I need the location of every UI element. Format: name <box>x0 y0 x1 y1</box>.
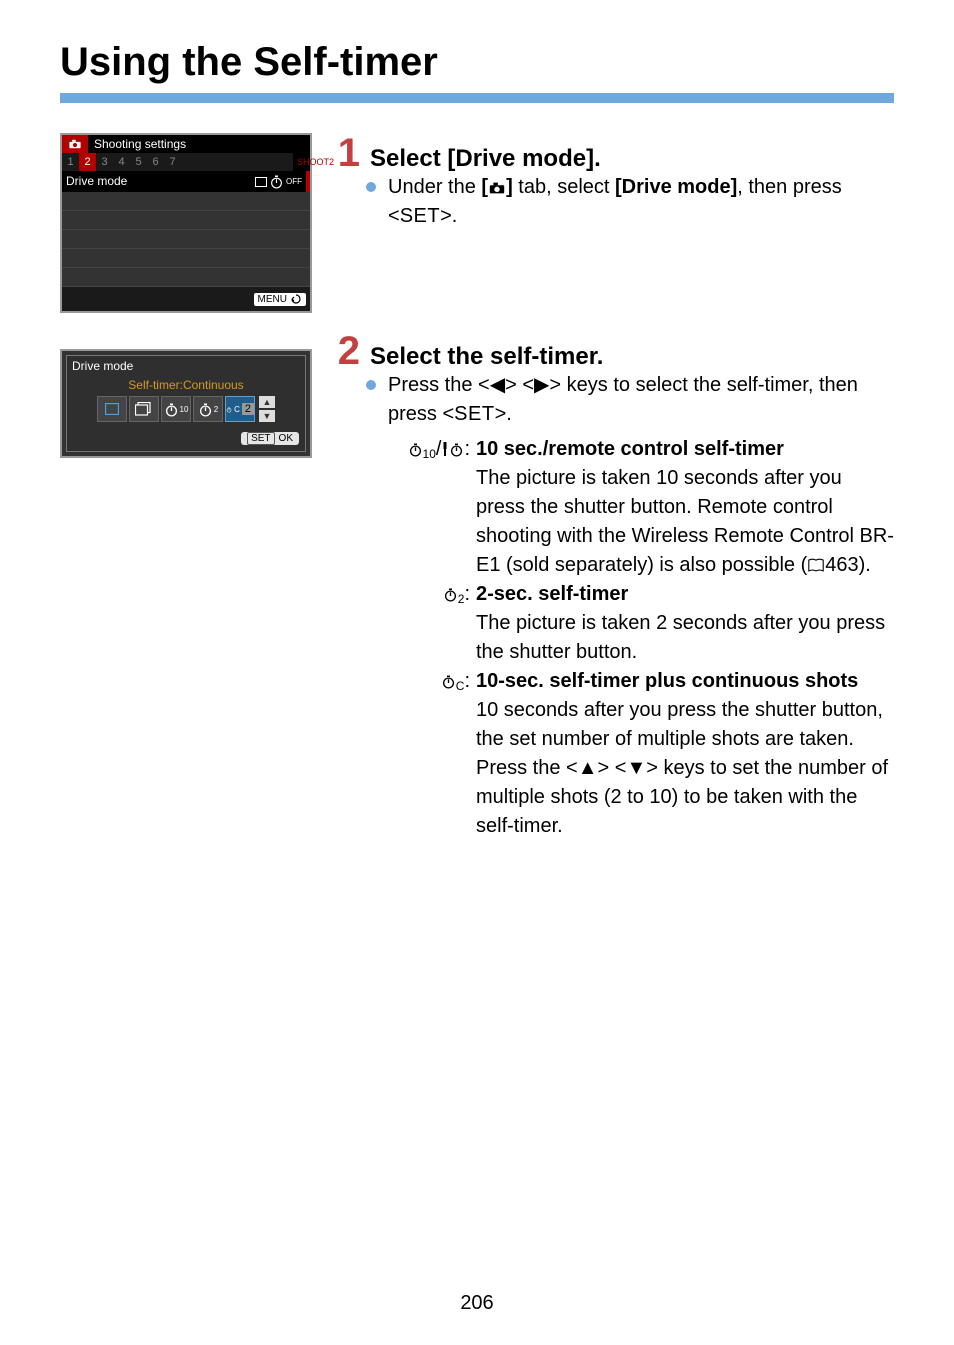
option-timer-2[interactable]: 2 <box>193 396 223 422</box>
step-2-number: 2 <box>330 331 360 371</box>
right-arrow-icon: ▶ <box>534 374 549 396</box>
timer-continuous-icon: C <box>441 670 465 692</box>
set-ok-button[interactable]: SETOK <box>241 432 299 445</box>
drive-mode-title: Drive mode <box>67 356 305 376</box>
option-single[interactable] <box>97 396 127 422</box>
def-body-a: 10 seconds after you press the shutter b… <box>476 696 894 754</box>
tab-4[interactable]: 4 <box>113 153 130 171</box>
tab-5[interactable]: 5 <box>130 153 147 171</box>
settings-header: Shooting settings <box>88 137 186 151</box>
menu-blank-row <box>62 230 310 249</box>
def-body: The picture is taken 10 seconds after yo… <box>476 464 894 580</box>
step-2-title: Select the self-timer. <box>370 343 603 371</box>
step-2-press: Press the <◀> <▶> keys to select the sel… <box>388 371 894 429</box>
menu-row-drive-mode[interactable]: Drive mode OFF <box>62 171 310 192</box>
up-arrow-icon: ▲ <box>578 757 598 779</box>
def-10sec-continuous: C: 10-sec. self-timer plus continuous sh… <box>388 667 894 841</box>
tab-2[interactable]: 2 <box>79 153 96 171</box>
option-timer-10[interactable]: 10 <box>161 396 191 422</box>
step-2: 2 Select the self-timer. Press the <◀> <… <box>360 331 894 841</box>
tab-7[interactable]: 7 <box>164 153 181 171</box>
def-10sec-remote: 10/: 10 sec./remote control self-timer T… <box>388 435 894 580</box>
drive-mode-subtitle: Self-timer:Continuous <box>67 376 305 396</box>
shoot-label: SHOOT2 <box>293 153 310 171</box>
def-body: The picture is taken 2 seconds after you… <box>476 609 894 667</box>
step-1-title: Select [Drive mode]. <box>370 145 601 173</box>
def-2sec: 2: 2-sec. self-timer The picture is take… <box>388 580 894 667</box>
step-1-text: Under the [] tab, select [Drive mode], t… <box>388 173 894 231</box>
down-arrow-icon: ▼ <box>626 757 646 779</box>
option-timer-continuous[interactable]: C 2 <box>225 396 255 422</box>
screenshot-drive-mode: Drive mode Self-timer:Continuous 10 2 <box>60 349 312 458</box>
page-number: 206 <box>0 1292 954 1315</box>
menu-blank-row <box>62 268 310 287</box>
menu-blank-row <box>62 192 310 211</box>
timer-10-icon: 10 <box>408 438 436 460</box>
def-title: 2-sec. self-timer <box>476 580 894 609</box>
drive-mode-options: 10 2 C 2 ▲ ▼ <box>67 396 305 426</box>
menu-back-button[interactable]: MENU <box>254 293 306 306</box>
menu-row-label: Drive mode <box>66 174 127 189</box>
page-title: Using the Self-timer <box>60 40 894 85</box>
step-1: 1 Select [Drive mode]. Under the [] tab,… <box>360 133 894 231</box>
menu-blank-row <box>62 249 310 268</box>
def-title: 10-sec. self-timer plus continuous shots <box>476 667 894 696</box>
timer-2-icon: 2 <box>443 583 465 605</box>
drive-mode-value-icon: OFF <box>255 174 302 189</box>
left-arrow-icon: ◀ <box>490 374 505 396</box>
tab-3[interactable]: 3 <box>96 153 113 171</box>
camera-icon <box>62 135 88 153</box>
menu-blank-row <box>62 211 310 230</box>
tab-6[interactable]: 6 <box>147 153 164 171</box>
tab-1[interactable]: 1 <box>62 153 79 171</box>
remote-timer-icon <box>441 438 464 460</box>
def-title: 10 sec./remote control self-timer <box>476 435 894 464</box>
step-1-number: 1 <box>330 133 360 173</box>
camera-tab-icon <box>488 173 506 202</box>
shot-count: 2 <box>242 403 254 415</box>
screenshot-shooting-settings: Shooting settings 1 2 3 4 5 6 7 SHOOT2 D… <box>60 133 312 313</box>
tab-strip: 1 2 3 4 5 6 7 SHOOT2 <box>62 153 310 171</box>
def-body-b: Press the <▲> <▼> keys to set the number… <box>476 754 894 841</box>
stepper-up[interactable]: ▲ <box>259 396 275 408</box>
page-ref-icon <box>807 554 825 576</box>
option-continuous[interactable] <box>129 396 159 422</box>
title-underline <box>60 93 894 103</box>
stepper-down[interactable]: ▼ <box>259 410 275 422</box>
